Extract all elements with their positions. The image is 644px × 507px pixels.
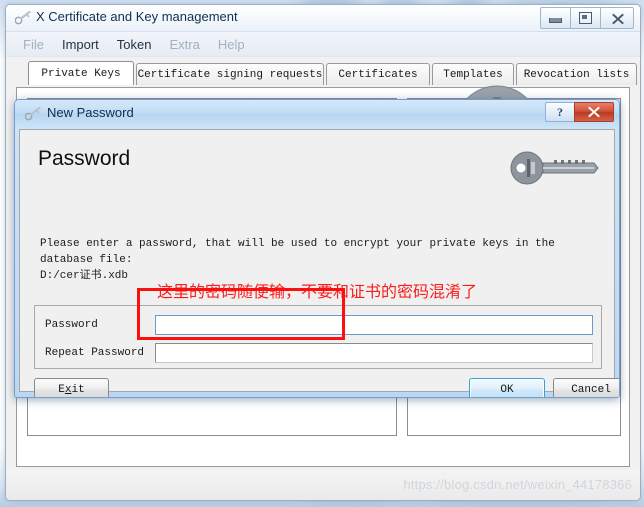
dialog-window-controls: ? xyxy=(545,102,614,122)
description-line-1: Please enter a password, that will be us… xyxy=(40,238,555,266)
cancel-button[interactable]: Cancel xyxy=(553,378,619,397)
password-fields-group: Password Repeat Password xyxy=(34,305,602,369)
menu-bar: File Import Token Extra Help xyxy=(6,32,640,57)
exit-button-label: Exit xyxy=(58,383,85,396)
key-icon xyxy=(510,148,600,188)
dialog-close-button[interactable] xyxy=(574,102,614,122)
help-button[interactable]: ? xyxy=(545,102,574,122)
close-icon xyxy=(611,13,624,24)
question-mark-icon: ? xyxy=(557,104,563,119)
screenshot-root: X Certificate and Key management File Im… xyxy=(0,0,644,507)
tab-private-keys[interactable]: Private Keys xyxy=(28,61,134,85)
tab-certificates[interactable]: Certificates xyxy=(326,63,430,85)
maximize-button[interactable] xyxy=(570,7,600,29)
blog-watermark: https://blog.csdn.net/weixin_44178366 xyxy=(403,477,632,492)
tab-strip: Private Keys Certificate signing request… xyxy=(16,61,637,87)
repeat-password-label: Repeat Password xyxy=(45,347,145,359)
minimize-button[interactable] xyxy=(540,7,570,29)
tab-templates[interactable]: Templates xyxy=(432,63,514,85)
dialog-body: Password Please enter a password, that w… xyxy=(19,129,619,397)
new-password-dialog: New Password ? Password Please enter a p… xyxy=(14,99,620,398)
tab-revocation-lists[interactable]: Revocation lists xyxy=(516,63,637,85)
menu-item-help[interactable]: Help xyxy=(209,35,254,54)
close-button[interactable] xyxy=(600,7,634,29)
main-window-titlebar[interactable]: X Certificate and Key management xyxy=(6,5,640,32)
repeat-password-input[interactable] xyxy=(155,343,593,363)
menu-item-import[interactable]: Import xyxy=(53,35,108,54)
page-title: X Certificate and Key management xyxy=(36,9,238,24)
tab-certificate-signing-requests[interactable]: Certificate signing requests xyxy=(136,63,324,85)
password-input[interactable] xyxy=(155,315,593,335)
dialog-titlebar[interactable]: New Password ? xyxy=(15,100,619,127)
dialog-description: Please enter a password, that will be us… xyxy=(40,236,606,284)
menu-item-file[interactable]: File xyxy=(14,35,53,54)
key-icon xyxy=(14,10,31,25)
menu-item-token[interactable]: Token xyxy=(108,35,161,54)
ok-button[interactable]: OK xyxy=(469,378,545,397)
repeat-password-row: Repeat Password xyxy=(45,342,593,364)
dialog-title: New Password xyxy=(47,105,134,120)
dialog-heading: Password xyxy=(38,147,131,170)
close-icon xyxy=(588,107,600,118)
password-row: Password xyxy=(45,314,593,336)
menu-item-extra[interactable]: Extra xyxy=(161,35,209,54)
window-controls xyxy=(540,7,634,29)
maximize-icon xyxy=(579,12,592,24)
key-icon xyxy=(24,106,41,121)
minimize-icon xyxy=(549,18,562,23)
annotation-text: 这里的密码随便输，不要和证书的密码混淆了 xyxy=(157,282,478,301)
password-label: Password xyxy=(45,319,98,331)
exit-button[interactable]: Exit xyxy=(34,378,109,397)
